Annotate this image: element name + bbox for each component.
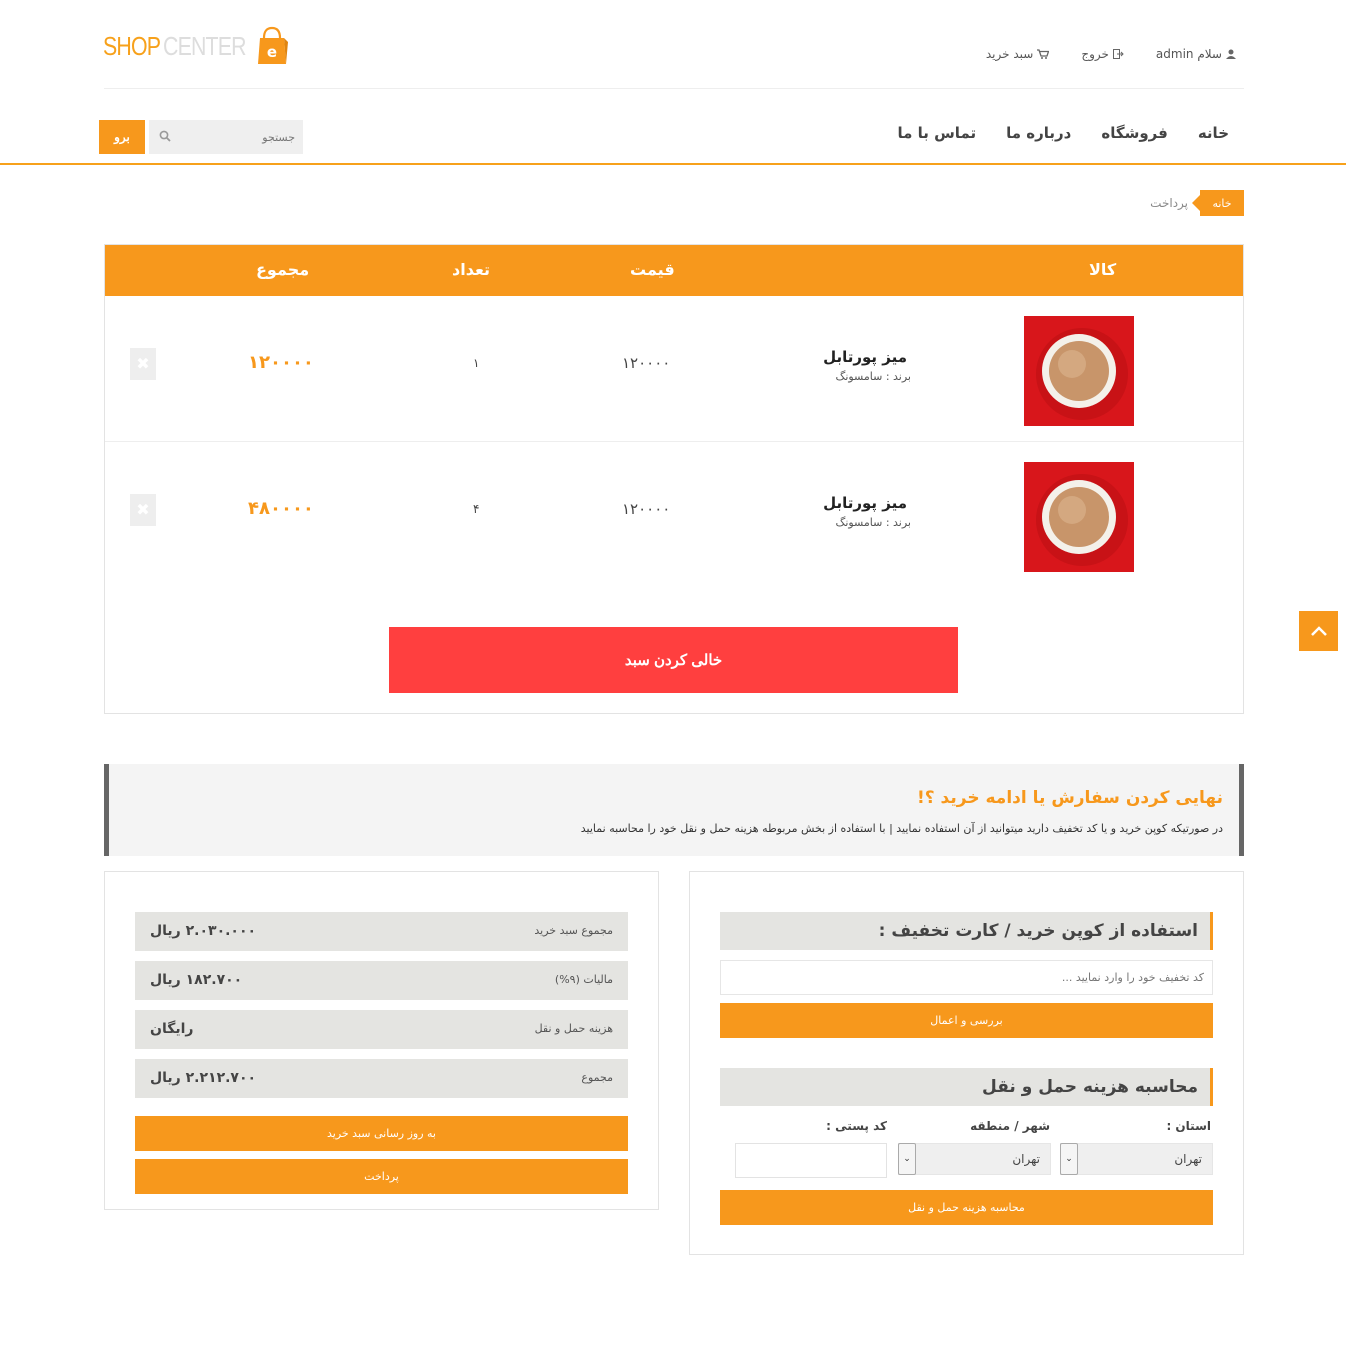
update-cart-button[interactable]: به روز رسانی سبد خرید [135,1116,628,1151]
header-quantity: تعداد [452,260,490,279]
table-row: میز پورتابل برند : سامسونگ ۱۲۰۰۰۰ ۱ ۱۲۰۰… [105,296,1243,442]
empty-cart-button[interactable]: خالی کردن سبد [389,627,958,693]
search-input[interactable] [175,122,295,152]
totals-label: مجموع سبد خرید [534,924,613,937]
coupon-shipping-panel: استفاده از کوپن خرید / کارت تخفیف : بررس… [689,871,1244,1255]
header-divider [104,88,1244,89]
remove-item-button[interactable]: ✖ [130,348,156,380]
product-quantity: ۱ [473,356,480,370]
table-row: میز پورتابل برند : سامسونگ ۱۲۰۰۰۰ ۴ ۴۸۰۰… [105,442,1243,588]
user-greeting-text: سلام admin [1155,47,1222,61]
totals-label: هزینه حمل و نقل [534,1022,613,1035]
remove-item-button[interactable]: ✖ [130,494,156,526]
shopping-bag-icon: e [258,26,288,64]
cart-table-header: کالا قیمت تعداد مجموع [105,245,1243,296]
header-total: مجموع [256,260,310,279]
province-value: تهران [1174,1152,1202,1166]
nav-item-about[interactable]: درباره ما [1006,124,1071,142]
cart-icon [1037,49,1050,59]
apply-coupon-button[interactable]: بررسی و اعمال [720,1003,1213,1038]
totals-label: مالیات (۹%) [554,973,613,986]
nav-divider [0,163,1346,165]
cart-totals-panel: مجموع سبد خرید ۲.۰۳۰.۰۰۰ ریال مالیات (۹%… [104,871,659,1210]
product-image[interactable] [1024,462,1134,572]
cart-table: کالا قیمت تعداد مجموع میز پورتابل برند :… [104,244,1244,714]
postal-code-input[interactable] [735,1143,887,1178]
close-icon: ✖ [136,356,150,373]
logout-text: خروج [1081,47,1109,61]
top-links: سلام admin خروج سبد خرید [986,47,1236,61]
cart-link[interactable]: سبد خرید [985,47,1050,61]
search-icon [159,130,171,142]
nav-item-home[interactable]: خانه [1198,124,1229,142]
chevron-down-icon: ⌄ [898,1143,916,1175]
header-product: کالا [1089,260,1117,279]
search-box [149,120,303,154]
sign-out-icon [1112,49,1124,59]
user-icon [1226,49,1236,59]
totals-row-tax: مالیات (۹%) ۱۸۲.۷۰۰ ریال [135,961,628,1000]
coffee-cup-image [1024,316,1134,426]
breadcrumb-home[interactable]: خانه [1192,190,1244,216]
product-brand: برند : سامسونگ [835,370,911,383]
product-brand: برند : سامسونگ [835,516,911,529]
product-name[interactable]: میز پورتابل [823,348,907,366]
close-icon: ✖ [136,502,150,519]
breadcrumb-current: پرداخت [1150,196,1188,210]
province-select[interactable]: تهران ⌄ [1060,1143,1213,1175]
chevron-down-icon: ⌄ [1060,1143,1078,1175]
totals-row-shipping: هزینه حمل و نقل رایگان [135,1010,628,1049]
coupon-title: استفاده از کوپن خرید / کارت تخفیف : [720,912,1213,950]
shop-logo[interactable]: SHOP CENTER e [103,26,288,66]
coupon-input[interactable] [720,960,1213,995]
shipping-title: محاسبه هزینه حمل و نقل [720,1068,1213,1106]
header-price: قیمت [630,260,675,279]
pay-button[interactable]: پرداخت [135,1159,628,1194]
main-nav: خانه فروشگاه درباره ما تماس با ما [897,124,1229,142]
coffee-cup-image [1024,462,1134,572]
calculate-shipping-button[interactable]: محاسبه هزینه حمل و نقل [720,1190,1213,1225]
totals-label: مجموع [581,1071,613,1084]
product-image[interactable] [1024,316,1134,426]
product-total: ۱۲۰۰۰۰ [248,352,314,373]
product-quantity: ۴ [473,502,480,516]
province-label: استان : [1166,1119,1211,1133]
user-greeting[interactable]: سلام admin [1156,47,1236,61]
nav-item-shop[interactable]: فروشگاه [1101,124,1167,142]
logout-link[interactable]: خروج [1081,47,1124,61]
postal-label: کد پستی : [826,1119,887,1133]
finalize-text: در صورتیکه کوپن خرید و یا کد تخفیف دارید… [580,822,1223,835]
search-button[interactable]: برو [99,120,145,154]
product-price: ۱۲۰۰۰۰ [622,500,671,518]
svg-text:e: e [267,43,277,61]
product-total: ۴۸۰۰۰۰ [248,498,314,519]
totals-value: ۱۸۲.۷۰۰ ریال [150,972,243,988]
logo-text-shop: SHOP [103,30,161,61]
finalize-notice: نهایی کردن سفارش یا ادامه خرید ؟! در صور… [104,764,1244,856]
totals-value: ۲.۲۱۲.۷۰۰ ریال [150,1070,257,1086]
product-price: ۱۲۰۰۰۰ [622,354,671,372]
cart-text: سبد خرید [985,47,1034,61]
totals-row-subtotal: مجموع سبد خرید ۲.۰۳۰.۰۰۰ ریال [135,912,628,951]
totals-row-grand-total: مجموع ۲.۲۱۲.۷۰۰ ریال [135,1059,628,1098]
city-value: تهران [1012,1152,1040,1166]
logo-text-center: CENTER [162,30,247,61]
totals-value: رایگان [150,1021,194,1037]
nav-item-contact[interactable]: تماس با ما [897,124,976,142]
city-label: شهر / منطقه [970,1119,1050,1133]
totals-value: ۲.۰۳۰.۰۰۰ ریال [150,923,257,939]
chevron-up-icon [1310,626,1327,636]
finalize-title: نهایی کردن سفارش یا ادامه خرید ؟! [917,788,1223,808]
product-name[interactable]: میز پورتابل [823,494,907,512]
city-select[interactable]: تهران ⌄ [898,1143,1051,1175]
back-to-top-button[interactable] [1299,611,1338,651]
